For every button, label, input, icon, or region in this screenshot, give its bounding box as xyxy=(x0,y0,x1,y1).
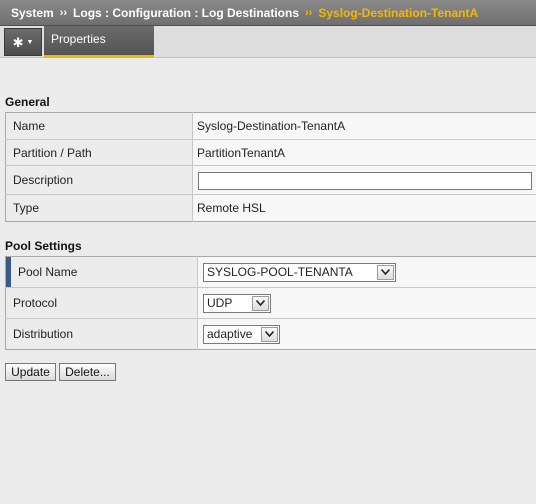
table-row: Pool Name SYSLOG-POOL-TENANTA xyxy=(5,256,536,288)
distribution-selected-value: adaptive xyxy=(207,327,253,341)
gear-icon: ✱ xyxy=(12,34,24,50)
table-row: Distribution adaptive xyxy=(5,318,536,350)
row-label-name: Name xyxy=(5,112,193,140)
breadcrumb-system-link[interactable]: System xyxy=(11,6,54,20)
section-title-general: General xyxy=(5,95,50,109)
description-input[interactable] xyxy=(198,171,532,190)
row-label-type: Type xyxy=(5,194,193,222)
chevron-down-icon xyxy=(377,264,394,280)
breadcrumb-separator: ›› xyxy=(59,6,68,19)
required-row-marker xyxy=(6,257,11,287)
table-row: Protocol UDP xyxy=(5,287,536,319)
row-label-pool-name-cell: Pool Name xyxy=(5,256,198,288)
table-row: Type Remote HSL xyxy=(5,194,536,222)
description-cell xyxy=(192,165,536,195)
row-label-partition: Partition / Path xyxy=(5,139,193,166)
chevron-down-icon: ▼ xyxy=(26,38,34,46)
pool-name-selected-value: SYSLOG-POOL-TENANTA xyxy=(207,265,353,279)
tab-properties[interactable]: Properties xyxy=(44,26,154,58)
tab-bar: ✱ ▼ Properties xyxy=(0,26,536,58)
row-label-pool-name: Pool Name xyxy=(18,265,78,279)
breadcrumb-current-page: Syslog-Destination-TenantA xyxy=(318,5,479,20)
distribution-select[interactable]: adaptive xyxy=(203,324,280,344)
type-value: Remote HSL xyxy=(192,194,536,222)
distribution-cell: adaptive xyxy=(197,318,536,350)
row-label-protocol: Protocol xyxy=(5,287,198,319)
table-row: Name Syslog-Destination-TenantA xyxy=(5,112,536,140)
table-row: Description xyxy=(5,165,536,195)
chevron-down-icon xyxy=(261,326,278,342)
protocol-cell: UDP xyxy=(197,287,536,319)
table-row: Partition / Path PartitionTenantA xyxy=(5,139,536,166)
chevron-down-icon xyxy=(252,295,269,311)
general-properties-table: Name Syslog-Destination-TenantA Partitio… xyxy=(5,112,536,222)
pool-settings-table: Pool Name SYSLOG-POOL-TENANTA Protocol U… xyxy=(5,256,536,350)
section-title-pool-settings: Pool Settings xyxy=(5,239,82,253)
pool-name-select[interactable]: SYSLOG-POOL-TENANTA xyxy=(203,262,396,282)
row-label-distribution: Distribution xyxy=(5,318,198,350)
gear-menu-button[interactable]: ✱ ▼ xyxy=(4,28,42,56)
update-button[interactable]: Update xyxy=(5,363,56,381)
delete-button[interactable]: Delete... xyxy=(59,363,116,381)
row-label-description: Description xyxy=(5,165,193,195)
breadcrumb: System ›› Logs : Configuration : Log Des… xyxy=(0,0,536,26)
name-value: Syslog-Destination-TenantA xyxy=(192,112,536,140)
breadcrumb-log-destinations-link[interactable]: Logs : Configuration : Log Destinations xyxy=(73,6,299,20)
breadcrumb-separator: ›› xyxy=(305,6,313,19)
protocol-select[interactable]: UDP xyxy=(203,293,271,313)
protocol-selected-value: UDP xyxy=(207,296,233,310)
partition-value: PartitionTenantA xyxy=(192,139,536,166)
pool-name-cell: SYSLOG-POOL-TENANTA xyxy=(197,256,536,288)
